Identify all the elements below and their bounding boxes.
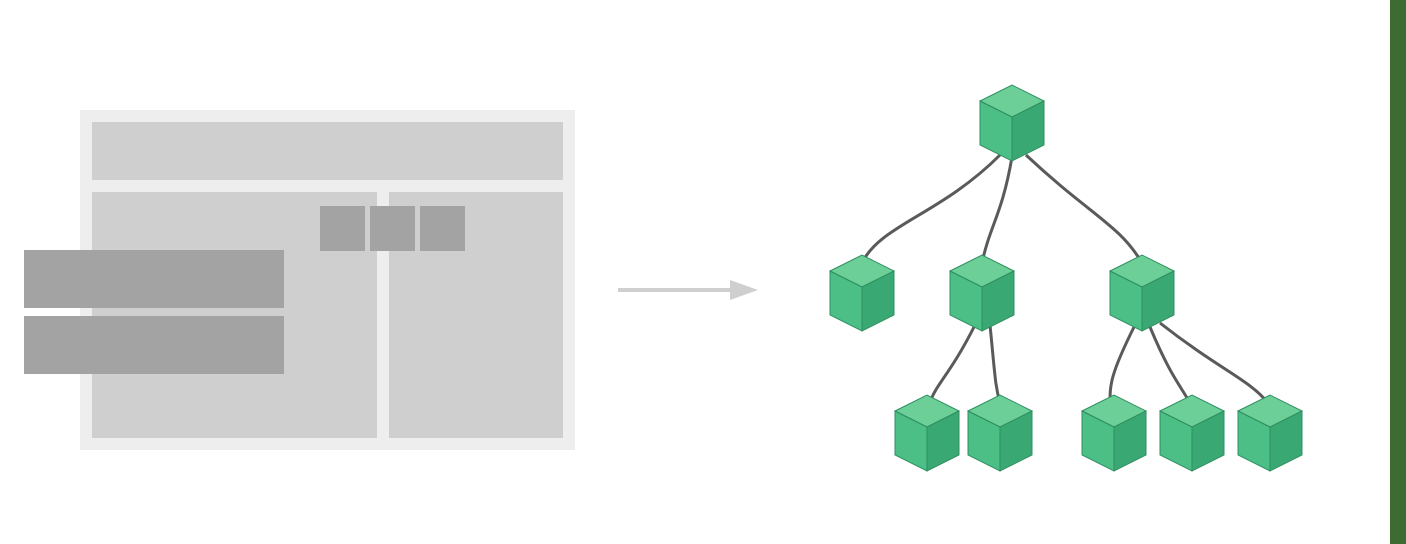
wireframe-header <box>92 122 563 180</box>
wireframe-thumb <box>370 206 415 251</box>
tree-edges <box>862 155 1268 403</box>
tree-node <box>950 255 1014 331</box>
component-tree <box>790 75 1345 495</box>
tree-leaf <box>1082 395 1146 471</box>
tree-node <box>830 255 894 331</box>
tree-leaf <box>1238 395 1302 471</box>
accent-bar <box>1390 0 1406 544</box>
wireframe-thumb <box>420 206 465 251</box>
tree-leaf <box>1160 395 1224 471</box>
wireframe-thumb <box>320 206 365 251</box>
tree-leaf <box>895 395 959 471</box>
diagram-stage <box>0 0 1406 544</box>
wireframe-block <box>24 250 284 308</box>
arrow-icon <box>618 278 758 302</box>
tree-node <box>1110 255 1174 331</box>
tree-leaf <box>968 395 1032 471</box>
tree-node-root <box>980 85 1044 161</box>
wireframe-block <box>24 316 284 374</box>
wireframe-sidebar <box>389 192 563 438</box>
